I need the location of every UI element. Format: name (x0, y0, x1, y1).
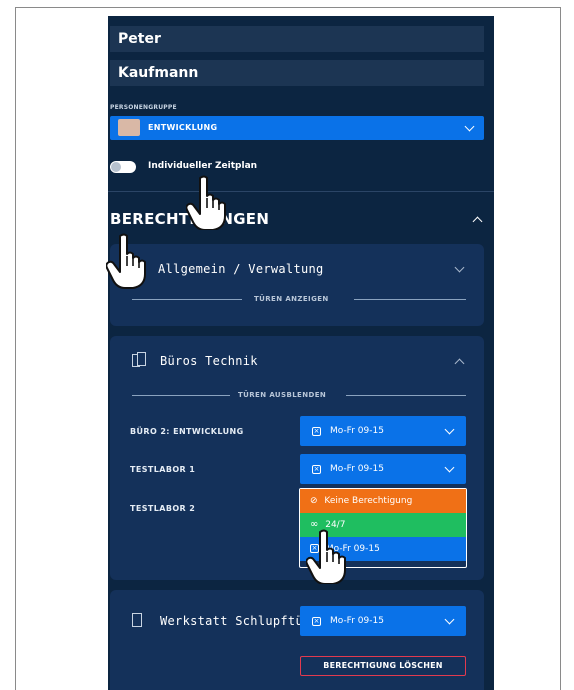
chevron-down-icon[interactable] (454, 262, 465, 273)
card-title: Allgemein / Verwaltung (158, 262, 324, 276)
x-box-icon: × (312, 617, 321, 626)
door-icon (132, 613, 142, 627)
x-box-icon: × (312, 427, 321, 436)
last-name-field[interactable]: Kaufmann (110, 60, 484, 86)
divider-line (354, 299, 466, 300)
card-title: Büros Technik (160, 354, 258, 368)
group-select-value: ENTWICKLUNG (148, 123, 218, 132)
group-label: PERSONENGRUPPE (110, 104, 177, 111)
chevron-down-icon (444, 614, 455, 625)
door-schedule-select[interactable]: × Mo-Fr 09-15 (300, 606, 466, 636)
doors-icon (132, 352, 148, 368)
hand-cursor-icon (306, 529, 346, 584)
chevron-down-icon (444, 424, 455, 435)
collapse-permissions-icon[interactable] (472, 216, 483, 227)
chevron-down-icon (444, 462, 455, 473)
chevron-down-icon (464, 121, 475, 132)
door-label: TESTLABOR 1 (130, 465, 196, 474)
permission-card-allgemein: Allgemein / Verwaltung TÜREN ANZEIGEN (110, 244, 484, 326)
app-screen: Peter Kaufmann PERSONENGRUPPE ENTWICKLUN… (108, 16, 494, 690)
first-name-field[interactable]: Peter (110, 26, 484, 52)
option-keine-berechtigung[interactable]: ⊘ Keine Berechtigung (300, 489, 466, 513)
divider-line (132, 299, 242, 300)
door-label: BÜRO 2: ENTWICKLUNG (130, 427, 244, 436)
permission-card-bueros-technik: Büros Technik TÜREN AUSBLENDEN BÜRO 2: E… (110, 336, 484, 580)
individual-schedule-toggle[interactable] (110, 161, 136, 173)
card-title: Werkstatt Schlupftür (160, 614, 311, 628)
hand-cursor-icon (186, 175, 226, 230)
block-icon: ⊘ (310, 496, 318, 506)
toggle-knob (111, 162, 121, 172)
x-box-icon: × (312, 465, 321, 474)
schedule-value: Mo-Fr 09-15 (330, 426, 384, 436)
hide-doors-toggle[interactable]: TÜREN AUSBLENDEN (238, 391, 326, 401)
group-select[interactable]: ENTWICKLUNG (110, 116, 484, 140)
delete-permission-button[interactable]: BERECHTIGUNG LÖSCHEN (300, 656, 466, 676)
chevron-up-icon[interactable] (454, 358, 465, 369)
divider-line (346, 395, 466, 396)
schedule-value: Mo-Fr 09-15 (330, 616, 384, 626)
schedule-value: Mo-Fr 09-15 (330, 464, 384, 474)
group-color-swatch (118, 119, 140, 136)
individual-schedule-label: Individueller Zeitplan (148, 161, 258, 171)
divider-line (132, 395, 230, 396)
permission-card-werkstatt: Werkstatt Schlupftür × Mo-Fr 09-15 BEREC… (110, 590, 484, 690)
option-label: Keine Berechtigung (324, 496, 413, 506)
door-schedule-select[interactable]: × Mo-Fr 09-15 (300, 416, 466, 446)
section-divider (108, 191, 494, 192)
hand-cursor-icon (106, 233, 146, 289)
door-label: TESTLABOR 2 (130, 504, 196, 513)
door-schedule-select[interactable]: × Mo-Fr 09-15 (300, 454, 466, 484)
show-doors-toggle[interactable]: TÜREN ANZEIGEN (254, 295, 329, 305)
